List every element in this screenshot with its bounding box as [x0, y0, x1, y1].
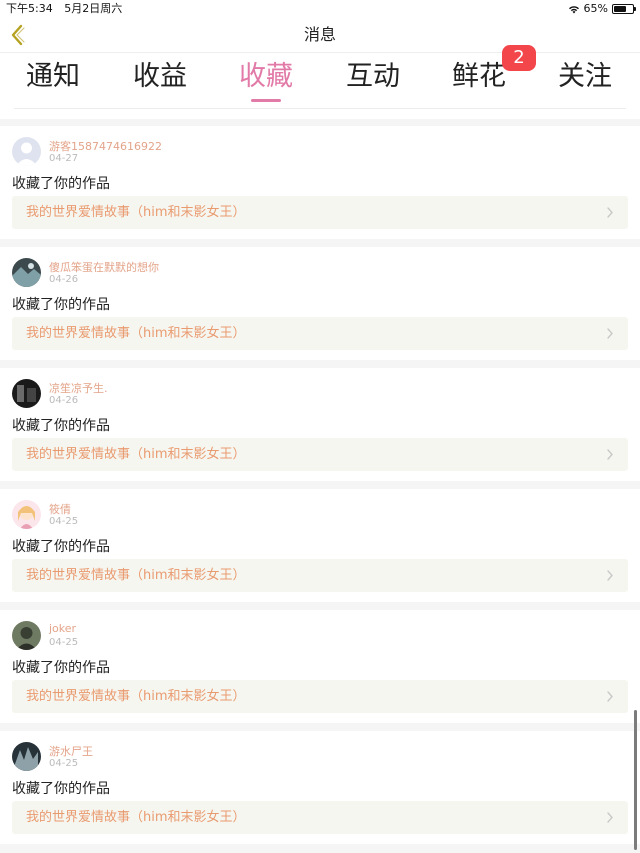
username[interactable]: 傻瓜笨蛋在默默的想你 — [49, 259, 159, 275]
item-date: 04-25 — [49, 516, 79, 527]
list-item: 游客1587474616922 04-27 收藏了你的作品 我的世界爱情故事（h… — [0, 126, 640, 239]
item-date: 04-25 — [49, 637, 79, 648]
list-item: 傻瓜笨蛋在默默的想你 04-26 收藏了你的作品 我的世界爱情故事（him和末影… — [0, 247, 640, 360]
photo-avatar[interactable] — [12, 379, 41, 408]
action-text: 收藏了你的作品 — [12, 418, 110, 434]
tabs-divider — [14, 108, 626, 109]
action-text: 收藏了你的作品 — [12, 297, 110, 313]
chevron-right-icon — [607, 691, 613, 702]
username[interactable]: 凉笙凉予生. — [49, 380, 108, 396]
tab-earnings[interactable]: 收益 — [107, 59, 213, 103]
favorites-list: 游客1587474616922 04-27 收藏了你的作品 我的世界爱情故事（h… — [0, 118, 640, 844]
work-title: 我的世界爱情故事（him和末影女王） — [26, 568, 246, 583]
default-avatar[interactable] — [12, 137, 41, 166]
chevron-right-icon — [607, 207, 613, 218]
anime-avatar[interactable] — [12, 500, 41, 529]
list-item: joker 04-25 收藏了你的作品 我的世界爱情故事（him和末影女王） — [0, 610, 640, 723]
work-link[interactable]: 我的世界爱情故事（him和末影女王） — [12, 196, 628, 229]
work-title: 我的世界爱情故事（him和末影女王） — [26, 326, 246, 341]
nav-bar: 消息 — [0, 18, 640, 52]
tab-notifications[interactable]: 通知 — [0, 59, 106, 103]
username[interactable]: 游水尸王 — [49, 743, 93, 759]
scrollbar[interactable] — [634, 710, 637, 850]
tab-bar: 通知 收益 收藏 互动 鲜花 关注 — [0, 52, 640, 119]
work-title: 我的世界爱情故事（him和末影女王） — [26, 205, 246, 220]
list-item: 筱倩 04-25 收藏了你的作品 我的世界爱情故事（him和末影女王） — [0, 489, 640, 602]
work-title: 我的世界爱情故事（him和末影女王） — [26, 447, 246, 462]
list-item: 凉笙凉予生. 04-26 收藏了你的作品 我的世界爱情故事（him和末影女王） — [0, 368, 640, 481]
photo-avatar[interactable] — [12, 258, 41, 287]
battery-level — [614, 6, 626, 12]
chevron-right-icon — [607, 328, 613, 339]
battery-icon — [612, 4, 636, 14]
tab-favorites[interactable]: 收藏 — [213, 59, 319, 103]
chevron-right-icon — [607, 570, 613, 581]
action-text: 收藏了你的作品 — [12, 660, 110, 676]
photo-avatar[interactable] — [12, 742, 41, 771]
username[interactable]: joker — [49, 622, 76, 635]
tab-follows[interactable]: 关注 — [532, 59, 638, 103]
page-title: 消息 — [303, 25, 336, 44]
status-time: 下午5:34 — [6, 2, 53, 15]
action-text: 收藏了你的作品 — [12, 176, 110, 192]
work-link[interactable]: 我的世界爱情故事（him和末影女王） — [12, 559, 628, 592]
item-date: 04-27 — [49, 153, 79, 164]
username[interactable]: 游客1587474616922 — [49, 138, 162, 154]
tab-interactions[interactable]: 互动 — [320, 59, 426, 103]
battery-percent: 65% — [583, 2, 608, 15]
status-date: 5月2日周六 — [64, 2, 123, 15]
photo-avatar[interactable] — [12, 621, 41, 650]
item-date: 04-26 — [49, 274, 79, 285]
username[interactable]: 筱倩 — [49, 501, 71, 517]
action-text: 收藏了你的作品 — [12, 781, 110, 797]
wifi-icon — [568, 6, 579, 14]
status-bar: 下午5:34 5月2日周六 65% — [0, 0, 640, 18]
item-date: 04-26 — [49, 395, 79, 406]
chevron-right-icon — [607, 812, 613, 823]
chevron-right-icon — [607, 449, 613, 460]
flowers-badge: 2 — [502, 45, 536, 71]
action-text: 收藏了你的作品 — [12, 539, 110, 555]
list-item: 游水尸王 04-25 收藏了你的作品 我的世界爱情故事（him和末影女王） — [0, 731, 640, 844]
work-link[interactable]: 我的世界爱情故事（him和末影女王） — [12, 680, 628, 713]
work-link[interactable]: 我的世界爱情故事（him和末影女王） — [12, 317, 628, 350]
work-link[interactable]: 我的世界爱情故事（him和末影女王） — [12, 438, 628, 471]
work-title: 我的世界爱情故事（him和末影女王） — [26, 810, 246, 825]
work-title: 我的世界爱情故事（him和末影女王） — [26, 689, 246, 704]
work-link[interactable]: 我的世界爱情故事（him和末影女王） — [12, 801, 628, 834]
active-tab-indicator — [251, 99, 281, 102]
item-date: 04-25 — [49, 758, 79, 769]
